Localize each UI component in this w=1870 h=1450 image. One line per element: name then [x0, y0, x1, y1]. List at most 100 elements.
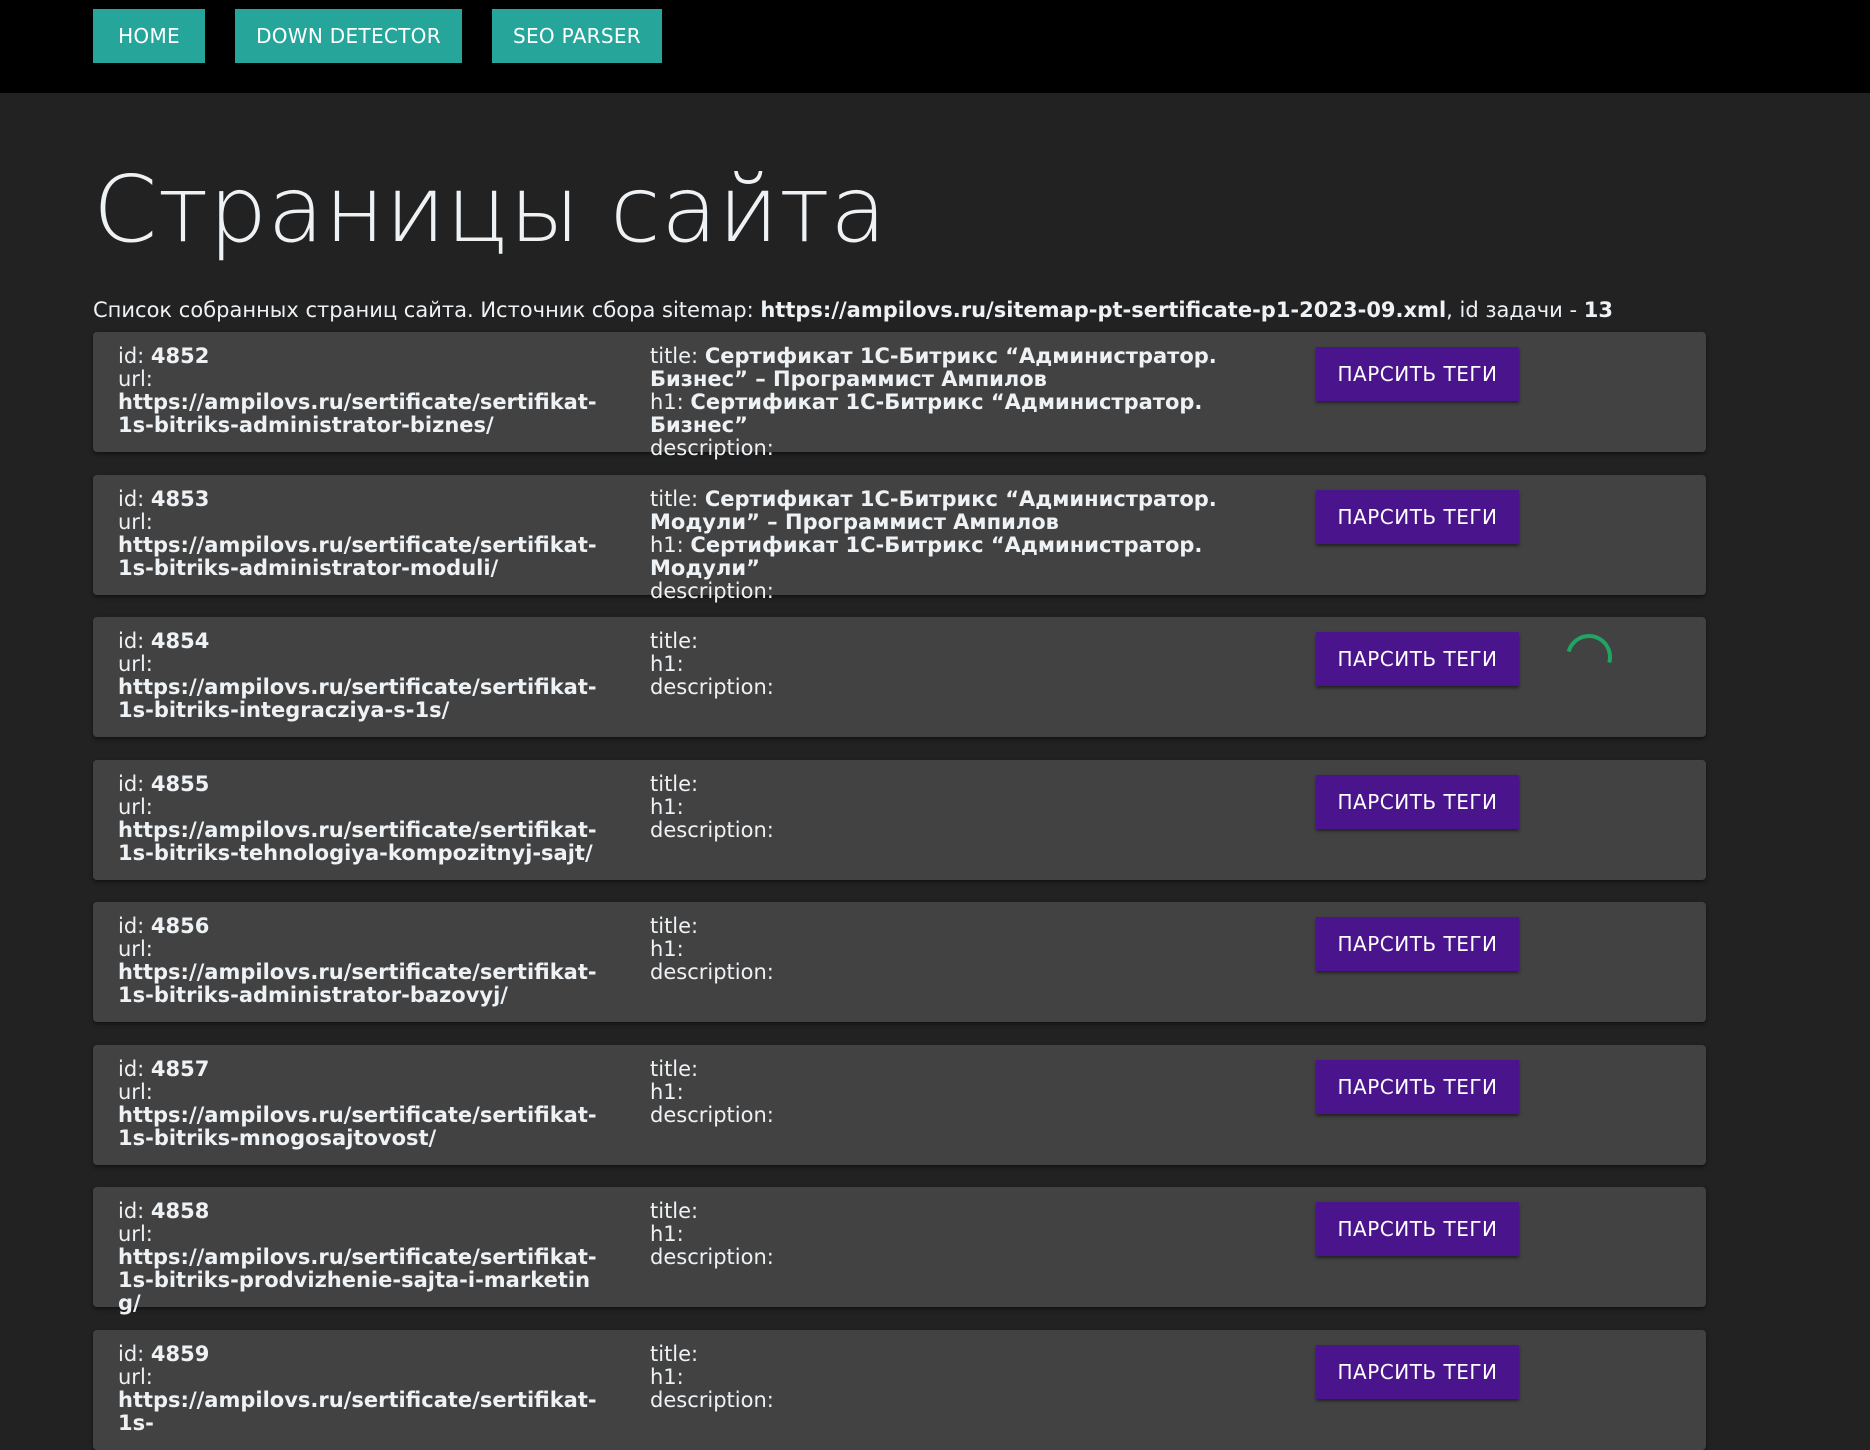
title-label: title: — [650, 344, 705, 368]
id-row: id: 4858 — [118, 1200, 608, 1223]
page-h1-value: Сертификат 1С-Битрикс “Администратор. Мо… — [650, 533, 1203, 580]
task-id: 13 — [1583, 298, 1613, 322]
title-label: title: — [650, 1057, 699, 1081]
loading-spinner-icon — [1557, 625, 1621, 689]
page-url: https://ampilovs.ru/sertificate/sertifik… — [118, 1245, 597, 1315]
page-tags: title: h1: description: — [650, 1058, 1300, 1127]
page-id: 4856 — [150, 914, 210, 938]
nav-down-detector-button[interactable]: DOWN DETECTOR — [235, 9, 462, 63]
title-row: title: Сертификат 1С-Битрикс “Администра… — [650, 488, 1300, 534]
nav-seo-parser-button[interactable]: SEO PARSER — [492, 9, 662, 63]
description-label: description: — [650, 675, 774, 699]
parse-tags-button[interactable]: ПАРСИТЬ ТЕГИ — [1316, 632, 1519, 686]
title-row: title: — [650, 1343, 1300, 1366]
page-info: id: 4859 url: https://ampilovs.ru/sertif… — [118, 1343, 608, 1435]
url-label: url: — [118, 1365, 153, 1389]
h1-label: h1: — [650, 937, 684, 961]
title-row: title: — [650, 915, 1300, 938]
page-info: id: 4855 url: https://ampilovs.ru/sertif… — [118, 773, 608, 865]
page-id: 4854 — [150, 629, 210, 653]
page-tags: title: h1: description: — [650, 1200, 1300, 1269]
page-tags: title: Сертификат 1С-Битрикс “Администра… — [650, 488, 1300, 603]
page-tags: title: h1: description: — [650, 915, 1300, 984]
url-label: url: — [118, 510, 153, 534]
parse-tags-button[interactable]: ПАРСИТЬ ТЕГИ — [1316, 1345, 1519, 1399]
page-info: id: 4854 url: https://ampilovs.ru/sertif… — [118, 630, 608, 722]
nav-home-button[interactable]: HOME — [93, 9, 205, 63]
page-url: https://ampilovs.ru/sertificate/sertifik… — [118, 675, 597, 722]
title-label: title: — [650, 772, 699, 796]
h1-label: h1: — [650, 1080, 684, 1104]
sitemap-url: https://ampilovs.ru/sitemap-pt-sertifica… — [760, 298, 1447, 322]
parse-tags-button[interactable]: ПАРСИТЬ ТЕГИ — [1316, 347, 1519, 401]
page-id: 4859 — [150, 1342, 210, 1366]
page-card: id: 4855 url: https://ampilovs.ru/sertif… — [93, 760, 1706, 880]
page-url: https://ampilovs.ru/sertificate/sertifik… — [118, 1103, 597, 1150]
top-navbar: HOME DOWN DETECTOR SEO PARSER — [0, 0, 1870, 93]
h1-row: h1: — [650, 938, 1300, 961]
description-row: description: — [650, 1389, 1300, 1412]
description-label: description: — [650, 579, 774, 603]
h1-label: h1: — [650, 1365, 684, 1389]
page-url: https://ampilovs.ru/sertificate/sertifik… — [118, 533, 597, 580]
page-tags: title: h1: description: — [650, 773, 1300, 842]
title-row: title: — [650, 1058, 1300, 1081]
page-info: id: 4853 url: https://ampilovs.ru/sertif… — [118, 488, 608, 580]
h1-label: h1: — [650, 533, 691, 557]
title-row: title: — [650, 1200, 1300, 1223]
h1-row: h1: — [650, 796, 1300, 819]
h1-row: h1: Сертификат 1С-Битрикс “Администратор… — [650, 391, 1300, 437]
url-label: url: — [118, 367, 153, 391]
id-row: id: 4859 — [118, 1343, 608, 1366]
page-tags: title: Сертификат 1С-Битрикс “Администра… — [650, 345, 1300, 460]
parse-tags-button[interactable]: ПАРСИТЬ ТЕГИ — [1316, 1202, 1519, 1256]
description-row: description: — [650, 1246, 1300, 1269]
page-url: https://ampilovs.ru/sertificate/sertifik… — [118, 960, 597, 1007]
id-label: id: — [118, 629, 151, 653]
page-url: https://ampilovs.ru/sertificate/sertifik… — [118, 1388, 597, 1435]
parse-tags-button[interactable]: ПАРСИТЬ ТЕГИ — [1316, 490, 1519, 544]
description-label: description: — [650, 436, 774, 460]
page-title: Страницы сайта — [93, 156, 887, 263]
page-tags: title: h1: description: — [650, 1343, 1300, 1412]
parse-tags-button[interactable]: ПАРСИТЬ ТЕГИ — [1316, 917, 1519, 971]
h1-row: h1: — [650, 653, 1300, 676]
description-row: description: — [650, 437, 1300, 460]
page-info: id: 4857 url: https://ampilovs.ru/sertif… — [118, 1058, 608, 1150]
title-label: title: — [650, 914, 699, 938]
page-id: 4857 — [150, 1057, 210, 1081]
page-url: https://ampilovs.ru/sertificate/sertifik… — [118, 818, 597, 865]
url-label: url: — [118, 795, 153, 819]
id-label: id: — [118, 1342, 151, 1366]
h1-label: h1: — [650, 652, 684, 676]
url-label: url: — [118, 652, 153, 676]
h1-label: h1: — [650, 795, 684, 819]
description-row: description: — [650, 819, 1300, 842]
id-label: id: — [118, 914, 151, 938]
id-row: id: 4857 — [118, 1058, 608, 1081]
page-card: id: 4852 url: https://ampilovs.ru/sertif… — [93, 332, 1706, 460]
page-title-value: Сертификат 1С-Битрикс “Администратор. Мо… — [650, 487, 1217, 534]
parse-tags-button[interactable]: ПАРСИТЬ ТЕГИ — [1316, 775, 1519, 829]
id-row: id: 4855 — [118, 773, 608, 796]
page-card: id: 4853 url: https://ampilovs.ru/sertif… — [93, 475, 1706, 603]
id-label: id: — [118, 1199, 151, 1223]
page-id: 4852 — [150, 344, 210, 368]
h1-row: h1: Сертификат 1С-Битрикс “Администратор… — [650, 534, 1300, 580]
page-info: id: 4856 url: https://ampilovs.ru/sertif… — [118, 915, 608, 1007]
title-row: title: — [650, 773, 1300, 796]
page-card: id: 4859 url: https://ampilovs.ru/sertif… — [93, 1330, 1706, 1450]
title-label: title: — [650, 487, 705, 511]
page-info: id: 4858 url: https://ampilovs.ru/sertif… — [118, 1200, 608, 1315]
h1-row: h1: — [650, 1081, 1300, 1104]
id-row: id: 4856 — [118, 915, 608, 938]
title-row: title: Сертификат 1С-Битрикс “Администра… — [650, 345, 1300, 391]
page-card: id: 4858 url: https://ampilovs.ru/sertif… — [93, 1187, 1706, 1315]
description-row: description: — [650, 961, 1300, 984]
page-card: id: 4854 url: https://ampilovs.ru/sertif… — [93, 617, 1706, 737]
description-label: description: — [650, 1245, 774, 1269]
parse-tags-button[interactable]: ПАРСИТЬ ТЕГИ — [1316, 1060, 1519, 1114]
page-h1-value: Сертификат 1С-Битрикс “Администратор. Би… — [650, 390, 1203, 437]
page-title-value: Сертификат 1С-Битрикс “Администратор. Би… — [650, 344, 1217, 391]
id-row: id: 4854 — [118, 630, 608, 653]
